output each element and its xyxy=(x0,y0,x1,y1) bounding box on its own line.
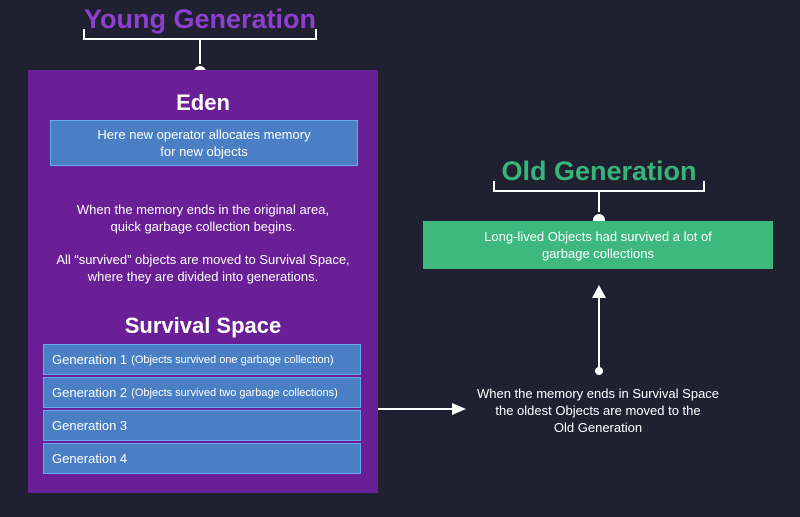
old-box-line1: Long-lived Objects had survived a lot of xyxy=(484,229,712,244)
survived-note-line1: All “survived” objects are moved to Surv… xyxy=(56,252,350,267)
transfer-note-line1: When the memory ends in Survival Space xyxy=(476,386,720,401)
generation-detail: (Objects survived two garbage collection… xyxy=(131,386,338,399)
generation-row-2: Generation 2 (Objects survived two garba… xyxy=(43,377,361,408)
old-box-line2: garbage collections xyxy=(541,246,654,261)
generation-label: Generation 4 xyxy=(52,451,128,466)
generation-label: Generation 3 xyxy=(52,418,128,433)
transfer-note-line2: the oldest Objects are moved to the xyxy=(495,403,701,418)
generation-row-4: Generation 4 xyxy=(43,443,361,474)
survived-note: All “survived” objects are moved to Surv… xyxy=(28,251,378,285)
up-arrow xyxy=(592,285,606,368)
old-generation-title: Old Generation xyxy=(501,156,697,186)
eden-gc-note-line1: When the memory ends in the original are… xyxy=(76,202,330,217)
generation-row-1: Generation 1 (Objects survived one garba… xyxy=(43,344,361,375)
eden-gc-note: When the memory ends in the original are… xyxy=(28,201,378,235)
young-generation-title: Young Generation xyxy=(83,4,316,34)
eden-box-line2: for new objects xyxy=(160,144,248,159)
generation-label: Generation 1 xyxy=(52,352,128,367)
eden-box: Here new operator allocates memory for n… xyxy=(50,120,358,166)
generation-row-3: Generation 3 xyxy=(43,410,361,441)
generation-label: Generation 2 xyxy=(52,385,128,400)
old-generation-box: Long-lived Objects had survived a lot of… xyxy=(423,221,773,269)
up-arrow-start-dot xyxy=(595,367,603,375)
survival-space-title: Survival Space xyxy=(124,313,282,338)
transfer-note-line3: Old Generation xyxy=(553,420,643,435)
survived-note-line2: where they are divided into generations. xyxy=(87,269,319,284)
eden-box-line1: Here new operator allocates memory xyxy=(97,127,311,142)
generation-detail: (Objects survived one garbage collection… xyxy=(131,353,334,366)
transfer-note: When the memory ends in Survival Space t… xyxy=(448,385,748,436)
eden-gc-note-line2: quick garbage collection begins. xyxy=(110,219,296,234)
eden-title: Eden xyxy=(176,90,230,115)
